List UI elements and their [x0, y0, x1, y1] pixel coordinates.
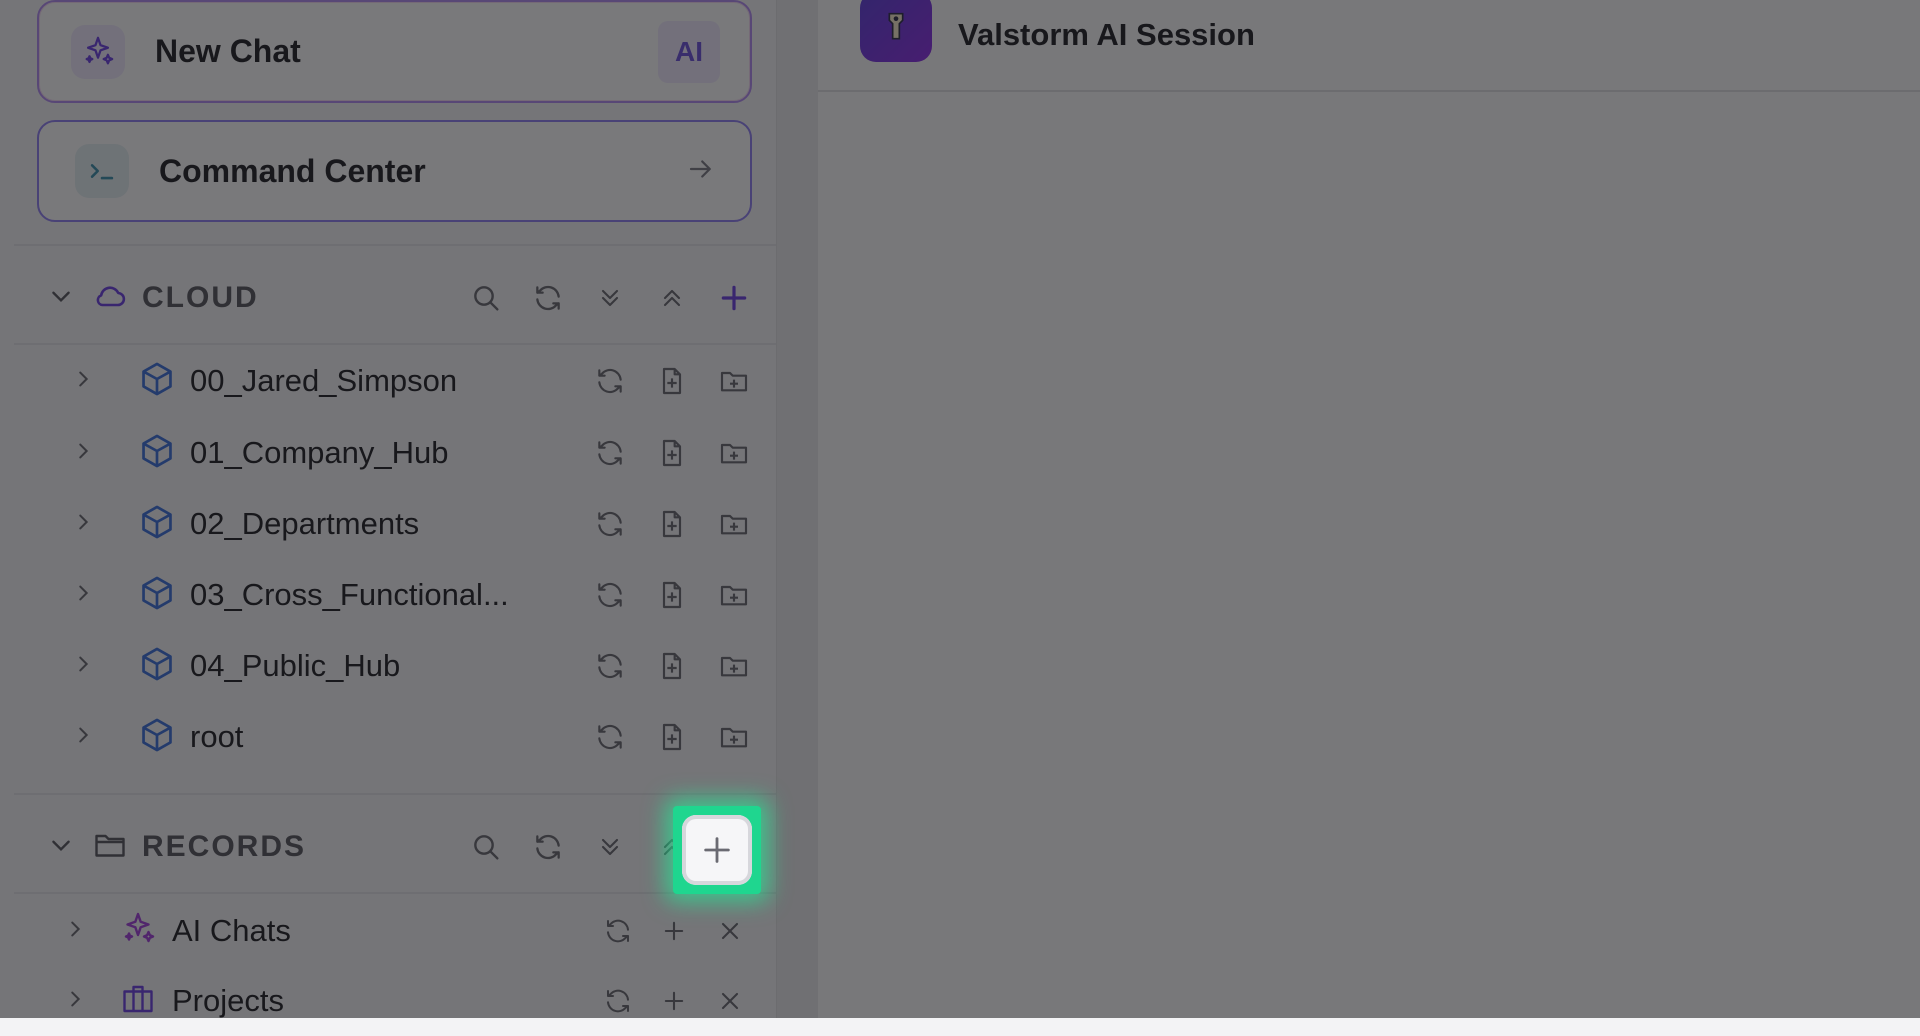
refresh-icon[interactable] — [530, 829, 566, 865]
records-section-header[interactable]: RECORDS — [14, 797, 752, 897]
session-header: Valstorm AI Session — [818, 0, 1920, 92]
cube-icon — [138, 716, 178, 759]
new-file-icon[interactable] — [654, 435, 690, 471]
chevron-right-icon[interactable] — [72, 440, 94, 467]
new-file-icon[interactable] — [654, 363, 690, 399]
tree-row-label: root — [190, 719, 244, 754]
records-add-button[interactable] — [682, 815, 752, 885]
divider — [14, 343, 776, 345]
chevron-right-icon[interactable] — [64, 918, 86, 945]
resize-gutter[interactable] — [777, 0, 818, 1018]
chevron-down-icon[interactable] — [48, 832, 74, 863]
sparkle-icon — [120, 911, 160, 952]
tree-row[interactable]: AI Chats — [14, 896, 752, 966]
new-folder-icon[interactable] — [716, 506, 752, 542]
new-file-icon[interactable] — [654, 577, 690, 613]
new-file-icon[interactable] — [654, 719, 690, 755]
refresh-icon[interactable] — [592, 435, 628, 471]
app-logo-icon — [860, 0, 932, 62]
chevron-down-icon[interactable] — [48, 283, 74, 314]
chevron-right-icon[interactable] — [72, 582, 94, 609]
add-icon — [704, 837, 730, 863]
chevron-right-icon[interactable] — [72, 511, 94, 538]
main-panel: Valstorm AI Session — [818, 0, 1920, 1018]
collapse-all-icon[interactable] — [654, 280, 690, 316]
tree-row-label: 03_Cross_Functional... — [190, 577, 509, 612]
terminal-icon — [75, 144, 129, 198]
new-folder-icon[interactable] — [716, 719, 752, 755]
sidebar: New Chat AI Command Center CLOUD 00_Jare… — [0, 0, 777, 1018]
tree-row-label: Projects — [172, 983, 284, 1018]
tree-row[interactable]: 01_Company_Hub — [14, 418, 752, 488]
command-center-label: Command Center — [159, 152, 426, 189]
tree-row[interactable]: Projects — [14, 966, 752, 1036]
cube-icon — [138, 645, 178, 688]
tree-row-label: AI Chats — [172, 913, 291, 948]
tree-row[interactable]: 00_Jared_Simpson — [14, 346, 752, 416]
cube-icon — [138, 574, 178, 617]
cloud-icon — [92, 278, 130, 319]
refresh-icon[interactable] — [592, 719, 628, 755]
new-folder-icon[interactable] — [716, 363, 752, 399]
divider — [14, 244, 776, 246]
command-center-button[interactable]: Command Center — [37, 120, 752, 222]
close-icon[interactable] — [712, 983, 748, 1019]
chevron-right-icon[interactable] — [72, 653, 94, 680]
arrow-right-icon — [686, 154, 716, 189]
chevron-right-icon[interactable] — [64, 988, 86, 1015]
tree-row[interactable]: 02_Departments — [14, 489, 752, 559]
refresh-icon[interactable] — [592, 648, 628, 684]
refresh-icon[interactable] — [592, 577, 628, 613]
cube-icon — [138, 360, 178, 403]
tree-row-label: 00_Jared_Simpson — [190, 363, 458, 398]
tree-row-label: 02_Departments — [190, 506, 420, 541]
tree-row[interactable]: root — [14, 702, 752, 772]
new-chat-button[interactable]: New Chat AI — [37, 0, 752, 103]
chevron-right-icon[interactable] — [72, 724, 94, 751]
new-file-icon[interactable] — [654, 506, 690, 542]
tree-row[interactable]: 03_Cross_Functional... — [14, 560, 752, 630]
cloud-section-header[interactable]: CLOUD — [14, 248, 752, 348]
ai-badge: AI — [658, 20, 720, 83]
refresh-icon[interactable] — [530, 280, 566, 316]
add-icon[interactable] — [656, 983, 692, 1019]
sparkle-icon — [71, 24, 125, 79]
new-folder-icon[interactable] — [716, 435, 752, 471]
new-folder-icon[interactable] — [716, 648, 752, 684]
search-icon[interactable] — [468, 829, 504, 865]
new-folder-icon[interactable] — [716, 577, 752, 613]
close-icon[interactable] — [712, 913, 748, 949]
add-icon[interactable] — [716, 280, 752, 316]
add-icon[interactable] — [656, 913, 692, 949]
cube-icon — [138, 432, 178, 475]
refresh-icon[interactable] — [600, 983, 636, 1019]
expand-all-icon[interactable] — [592, 829, 628, 865]
expand-all-icon[interactable] — [592, 280, 628, 316]
cube-icon — [138, 503, 178, 546]
records-section-title: RECORDS — [142, 830, 307, 863]
refresh-icon[interactable] — [592, 506, 628, 542]
search-icon[interactable] — [468, 280, 504, 316]
chevron-right-icon[interactable] — [72, 368, 94, 395]
page-title: Valstorm AI Session — [958, 17, 1255, 52]
tree-row[interactable]: 04_Public_Hub — [14, 631, 752, 701]
folder-icon — [92, 827, 130, 868]
tree-row-label: 01_Company_Hub — [190, 435, 449, 470]
new-chat-label: New Chat — [155, 33, 301, 69]
tree-row-label: 04_Public_Hub — [190, 648, 401, 683]
briefcase-icon — [120, 981, 160, 1022]
refresh-icon[interactable] — [592, 363, 628, 399]
refresh-icon[interactable] — [600, 913, 636, 949]
divider — [14, 892, 776, 894]
records-add-highlight[interactable] — [673, 806, 761, 894]
divider — [14, 793, 776, 795]
new-file-icon[interactable] — [654, 648, 690, 684]
cloud-section-title: CLOUD — [142, 281, 259, 314]
